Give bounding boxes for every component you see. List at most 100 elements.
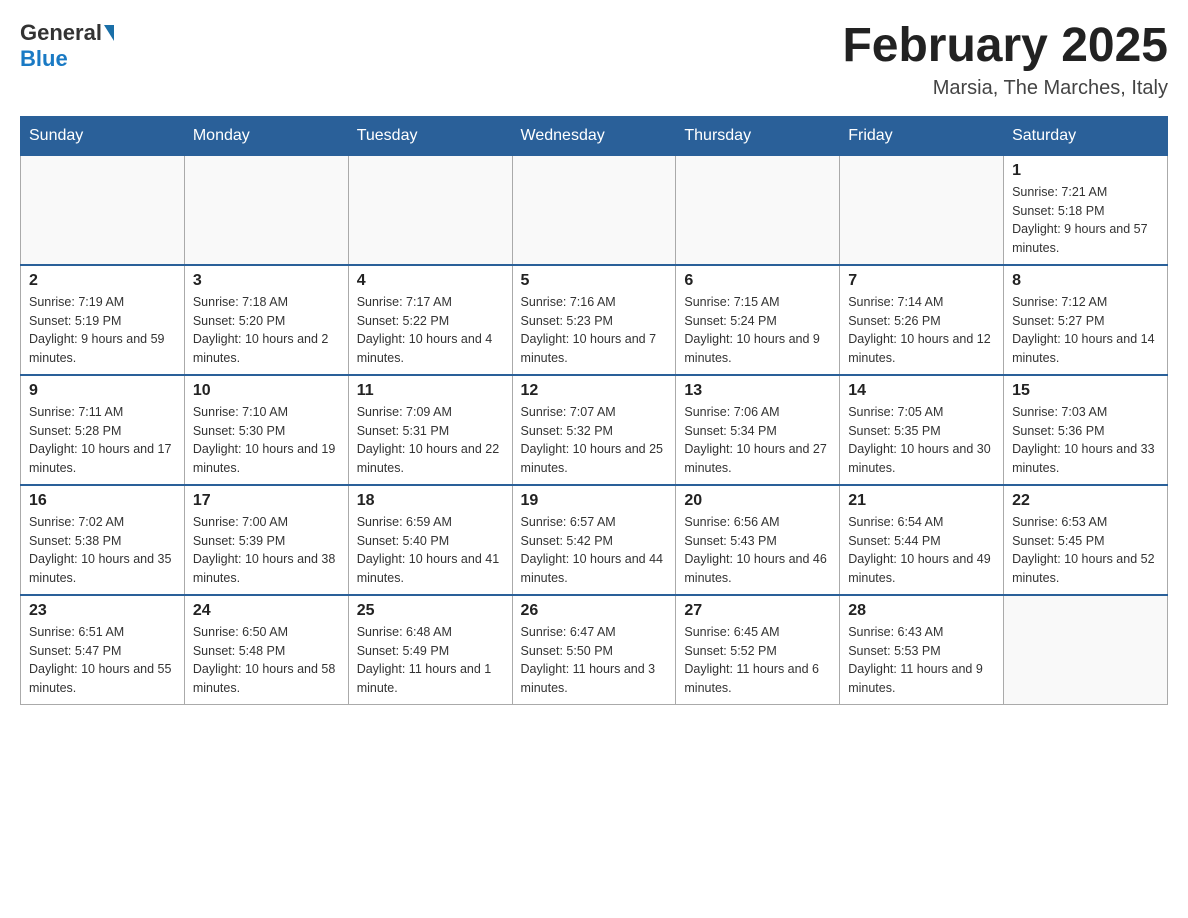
calendar-cell bbox=[184, 155, 348, 265]
day-info: Sunrise: 7:06 AMSunset: 5:34 PMDaylight:… bbox=[684, 403, 831, 478]
calendar-cell: 17 Sunrise: 7:00 AMSunset: 5:39 PMDayligh… bbox=[184, 485, 348, 595]
calendar-week-row: 16Sunrise: 7:02 AMSunset: 5:38 PMDayligh… bbox=[21, 485, 1168, 595]
calendar-cell: 13Sunrise: 7:06 AMSunset: 5:34 PMDayligh… bbox=[676, 375, 840, 485]
day-number: 5 bbox=[521, 272, 668, 290]
calendar-cell bbox=[21, 155, 185, 265]
day-info: Sunrise: 7:10 AMSunset: 5:30 PMDaylight:… bbox=[193, 403, 340, 478]
day-info: Sunrise: 7:19 AMSunset: 5:19 PMDaylight:… bbox=[29, 293, 176, 368]
calendar-cell: 9 Sunrise: 7:11 AMSunset: 5:28 PMDaylight… bbox=[21, 375, 185, 485]
day-header-wednesday: Wednesday bbox=[512, 116, 676, 155]
calendar-cell: 25 Sunrise: 6:48 AMSunset: 5:49 PMDayligh… bbox=[348, 595, 512, 705]
day-info: Sunrise: 6:59 AMSunset: 5:40 PMDaylight:… bbox=[357, 513, 504, 588]
calendar-cell: 11 Sunrise: 7:09 AMSunset: 5:31 PMDayligh… bbox=[348, 375, 512, 485]
calendar-cell: 8Sunrise: 7:12 AMSunset: 5:27 PMDaylight… bbox=[1004, 265, 1168, 375]
day-number: 6 bbox=[684, 272, 831, 290]
calendar-cell: 22Sunrise: 6:53 AMSunset: 5:45 PMDayligh… bbox=[1004, 485, 1168, 595]
calendar-header: SundayMondayTuesdayWednesdayThursdayFrid… bbox=[21, 116, 1168, 155]
calendar-cell: 1 Sunrise: 7:21 AMSunset: 5:18 PMDaylight… bbox=[1004, 155, 1168, 265]
calendar-cell bbox=[512, 155, 676, 265]
day-header-tuesday: Tuesday bbox=[348, 116, 512, 155]
calendar-week-row: 1 Sunrise: 7:21 AMSunset: 5:18 PMDaylight… bbox=[21, 155, 1168, 265]
calendar-cell: 7 Sunrise: 7:14 AMSunset: 5:26 PMDaylight… bbox=[840, 265, 1004, 375]
day-header-thursday: Thursday bbox=[676, 116, 840, 155]
calendar-cell: 24Sunrise: 6:50 AMSunset: 5:48 PMDayligh… bbox=[184, 595, 348, 705]
logo: General Blue bbox=[20, 20, 116, 72]
day-number: 7 bbox=[848, 272, 995, 290]
day-number: 10 bbox=[193, 382, 340, 400]
day-number: 2 bbox=[29, 272, 176, 290]
day-number: 11 bbox=[357, 382, 504, 400]
day-info: Sunrise: 7:14 AMSunset: 5:26 PMDaylight:… bbox=[848, 293, 995, 368]
calendar-cell: 14 Sunrise: 7:05 AMSunset: 5:35 PMDayligh… bbox=[840, 375, 1004, 485]
month-year-title: February 2025 bbox=[842, 20, 1168, 73]
day-info: Sunrise: 6:51 AMSunset: 5:47 PMDaylight:… bbox=[29, 623, 176, 698]
day-number: 3 bbox=[193, 272, 340, 290]
day-number: 9 bbox=[29, 382, 176, 400]
calendar-cell bbox=[348, 155, 512, 265]
day-number: 28 bbox=[848, 602, 995, 620]
day-number: 26 bbox=[521, 602, 668, 620]
calendar-cell: 16Sunrise: 7:02 AMSunset: 5:38 PMDayligh… bbox=[21, 485, 185, 595]
day-info: Sunrise: 6:48 AMSunset: 5:49 PMDaylight:… bbox=[357, 623, 504, 698]
day-number: 1 bbox=[1012, 162, 1159, 180]
day-number: 15 bbox=[1012, 382, 1159, 400]
day-info: Sunrise: 7:15 AMSunset: 5:24 PMDaylight:… bbox=[684, 293, 831, 368]
day-info: Sunrise: 6:56 AMSunset: 5:43 PMDaylight:… bbox=[684, 513, 831, 588]
day-info: Sunrise: 6:47 AMSunset: 5:50 PMDaylight:… bbox=[521, 623, 668, 698]
day-number: 17 bbox=[193, 492, 340, 510]
day-number: 18 bbox=[357, 492, 504, 510]
day-info: Sunrise: 7:17 AMSunset: 5:22 PMDaylight:… bbox=[357, 293, 504, 368]
day-info: Sunrise: 6:53 AMSunset: 5:45 PMDaylight:… bbox=[1012, 513, 1159, 588]
logo-blue-text: Blue bbox=[20, 46, 68, 72]
day-info: Sunrise: 7:18 AMSunset: 5:20 PMDaylight:… bbox=[193, 293, 340, 368]
days-of-week-row: SundayMondayTuesdayWednesdayThursdayFrid… bbox=[21, 116, 1168, 155]
day-number: 20 bbox=[684, 492, 831, 510]
day-number: 14 bbox=[848, 382, 995, 400]
calendar-cell: 5 Sunrise: 7:16 AMSunset: 5:23 PMDaylight… bbox=[512, 265, 676, 375]
day-info: Sunrise: 7:00 AMSunset: 5:39 PMDaylight:… bbox=[193, 513, 340, 588]
calendar-cell: 12Sunrise: 7:07 AMSunset: 5:32 PMDayligh… bbox=[512, 375, 676, 485]
calendar-cell: 10 Sunrise: 7:10 AMSunset: 5:30 PMDayligh… bbox=[184, 375, 348, 485]
day-info: Sunrise: 7:11 AMSunset: 5:28 PMDaylight:… bbox=[29, 403, 176, 478]
calendar-cell: 2 Sunrise: 7:19 AMSunset: 5:19 PMDaylight… bbox=[21, 265, 185, 375]
day-info: Sunrise: 7:03 AMSunset: 5:36 PMDaylight:… bbox=[1012, 403, 1159, 478]
day-info: Sunrise: 7:21 AMSunset: 5:18 PMDaylight:… bbox=[1012, 183, 1159, 258]
calendar-cell: 6 Sunrise: 7:15 AMSunset: 5:24 PMDaylight… bbox=[676, 265, 840, 375]
day-info: Sunrise: 7:16 AMSunset: 5:23 PMDaylight:… bbox=[521, 293, 668, 368]
title-block: February 2025 Marsia, The Marches, Italy bbox=[842, 20, 1168, 100]
calendar-cell bbox=[676, 155, 840, 265]
day-info: Sunrise: 7:07 AMSunset: 5:32 PMDaylight:… bbox=[521, 403, 668, 478]
calendar-cell: 18 Sunrise: 6:59 AMSunset: 5:40 PMDayligh… bbox=[348, 485, 512, 595]
day-number: 19 bbox=[521, 492, 668, 510]
day-info: Sunrise: 7:02 AMSunset: 5:38 PMDaylight:… bbox=[29, 513, 176, 588]
day-info: Sunrise: 6:45 AMSunset: 5:52 PMDaylight:… bbox=[684, 623, 831, 698]
calendar-table: SundayMondayTuesdayWednesdayThursdayFrid… bbox=[20, 116, 1168, 705]
calendar-cell: 28Sunrise: 6:43 AMSunset: 5:53 PMDayligh… bbox=[840, 595, 1004, 705]
calendar-cell bbox=[1004, 595, 1168, 705]
calendar-cell: 4 Sunrise: 7:17 AMSunset: 5:22 PMDaylight… bbox=[348, 265, 512, 375]
day-info: Sunrise: 6:54 AMSunset: 5:44 PMDaylight:… bbox=[848, 513, 995, 588]
calendar-cell: 27Sunrise: 6:45 AMSunset: 5:52 PMDayligh… bbox=[676, 595, 840, 705]
day-number: 8 bbox=[1012, 272, 1159, 290]
day-info: Sunrise: 7:05 AMSunset: 5:35 PMDaylight:… bbox=[848, 403, 995, 478]
logo-arrow-icon bbox=[104, 25, 114, 41]
calendar-cell: 15 Sunrise: 7:03 AMSunset: 5:36 PMDayligh… bbox=[1004, 375, 1168, 485]
day-header-sunday: Sunday bbox=[21, 116, 185, 155]
calendar-week-row: 23 Sunrise: 6:51 AMSunset: 5:47 PMDayligh… bbox=[21, 595, 1168, 705]
day-info: Sunrise: 7:09 AMSunset: 5:31 PMDaylight:… bbox=[357, 403, 504, 478]
day-number: 4 bbox=[357, 272, 504, 290]
location-subtitle: Marsia, The Marches, Italy bbox=[842, 77, 1168, 100]
day-number: 23 bbox=[29, 602, 176, 620]
calendar-cell: 19 Sunrise: 6:57 AMSunset: 5:42 PMDayligh… bbox=[512, 485, 676, 595]
day-number: 21 bbox=[848, 492, 995, 510]
calendar-week-row: 9 Sunrise: 7:11 AMSunset: 5:28 PMDaylight… bbox=[21, 375, 1168, 485]
calendar-cell: 23 Sunrise: 6:51 AMSunset: 5:47 PMDayligh… bbox=[21, 595, 185, 705]
page-header: General Blue February 2025 Marsia, The M… bbox=[20, 20, 1168, 100]
logo-general-text: General bbox=[20, 20, 102, 46]
calendar-cell: 26 Sunrise: 6:47 AMSunset: 5:50 PMDayligh… bbox=[512, 595, 676, 705]
calendar-body: 1 Sunrise: 7:21 AMSunset: 5:18 PMDaylight… bbox=[21, 155, 1168, 704]
calendar-cell: 21 Sunrise: 6:54 AMSunset: 5:44 PMDayligh… bbox=[840, 485, 1004, 595]
day-number: 25 bbox=[357, 602, 504, 620]
day-header-friday: Friday bbox=[840, 116, 1004, 155]
day-info: Sunrise: 6:57 AMSunset: 5:42 PMDaylight:… bbox=[521, 513, 668, 588]
